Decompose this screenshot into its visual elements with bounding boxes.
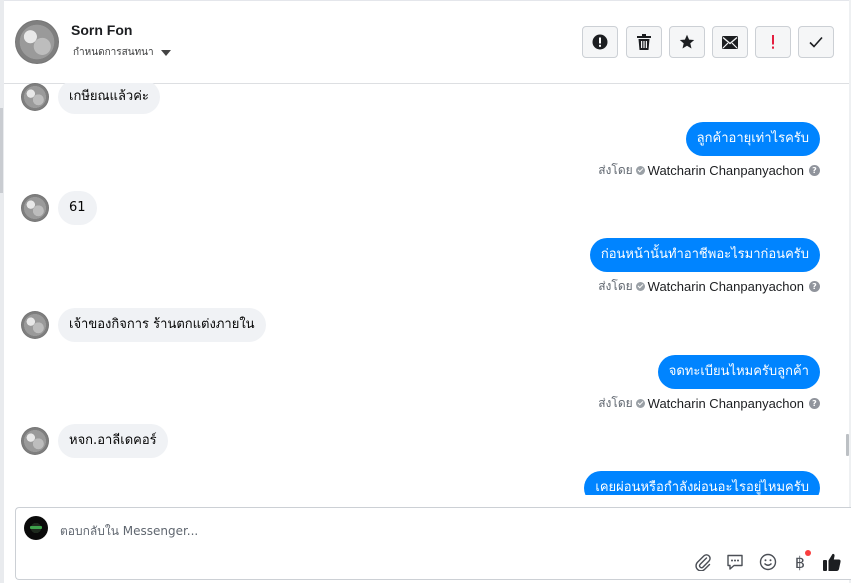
- sent-by-line: ส่งโดย Watcharin Chanpanyachon ?: [598, 394, 820, 413]
- star-button[interactable]: [669, 26, 705, 58]
- contact-avatar-small: [21, 83, 49, 111]
- reply-composer[interactable]: ตอบกลับใน Messenger... ฿: [15, 507, 851, 580]
- incoming-message: เกษียณแล้วค่ะ: [21, 83, 160, 114]
- help-icon[interactable]: ?: [809, 398, 820, 409]
- thread-scrollbar-thumb[interactable]: [846, 434, 849, 456]
- sent-by-label: ส่งโดย: [598, 279, 633, 293]
- verified-check-icon: [635, 166, 645, 175]
- paperclip-icon: [695, 554, 711, 571]
- incoming-message: เจ้าของกิจการ ร้านตกแต่งภายใน: [21, 308, 266, 342]
- page-avatar: [24, 516, 48, 540]
- exclamation-icon: [772, 35, 774, 49]
- flag-important-button[interactable]: [755, 26, 791, 58]
- report-spam-button[interactable]: [582, 26, 618, 58]
- agent-name[interactable]: Watcharin Chanpanyachon: [648, 279, 804, 294]
- message-thread[interactable]: เกษียณแล้วค่ะ ลูกค้าอายุเท่าไรครับ ส่งโด…: [4, 83, 849, 495]
- alert-circle-icon: [592, 34, 608, 50]
- sent-by-label: ส่งโดย: [598, 163, 633, 177]
- agent-name[interactable]: Watcharin Chanpanyachon: [648, 163, 804, 178]
- message-bubble-outgoing[interactable]: ก่อนหน้านั้นทำอาชีพอะไรมาก่อนครับ: [589, 238, 820, 272]
- envelope-icon: [722, 35, 738, 49]
- attach-file-button[interactable]: [693, 552, 713, 572]
- saved-replies-button[interactable]: [725, 552, 745, 572]
- contact-avatar-small: [21, 427, 49, 455]
- mark-done-button[interactable]: [798, 26, 834, 58]
- contact-avatar-small: [21, 194, 49, 222]
- reply-input[interactable]: ตอบกลับใน Messenger...: [60, 522, 198, 541]
- message-bubble-outgoing[interactable]: จดทะเบียนไหมครับลูกค้า: [657, 355, 820, 389]
- conversation-header: Sorn Fon กำหนดการสนทนา: [4, 0, 849, 84]
- contact-avatar[interactable]: [15, 20, 59, 64]
- conversation-settings-dropdown[interactable]: กำหนดการสนทนา: [73, 45, 171, 60]
- emoji-icon: [759, 553, 777, 571]
- payment-button[interactable]: ฿: [790, 550, 811, 572]
- message-bubble-outgoing[interactable]: ลูกค้าอายุเท่าไรครับ: [685, 122, 820, 156]
- baht-payment-icon: ฿: [794, 552, 806, 572]
- sent-by-line: ส่งโดย Watcharin Chanpanyachon ?: [598, 277, 820, 296]
- emoji-button[interactable]: [758, 552, 778, 572]
- sent-by-line: ส่งโดย Watcharin Chanpanyachon ?: [598, 161, 820, 180]
- help-icon[interactable]: ?: [809, 165, 820, 176]
- contact-name[interactable]: Sorn Fon: [71, 22, 132, 38]
- left-scrollbar-thumb[interactable]: [0, 108, 3, 193]
- star-icon: [679, 34, 695, 49]
- thumbs-up-icon: [823, 553, 841, 571]
- message-bubble-incoming[interactable]: 61: [58, 191, 97, 225]
- caret-down-icon: [160, 49, 171, 56]
- mark-unread-button[interactable]: [712, 26, 748, 58]
- help-icon[interactable]: ?: [809, 281, 820, 292]
- message-bubble-outgoing[interactable]: เคยผ่อนหรือกำลังผ่อนอะไรอยู่ไหมครับ: [584, 471, 820, 495]
- conversation-settings-label: กำหนดการสนทนา: [73, 47, 154, 58]
- agent-name[interactable]: Watcharin Chanpanyachon: [648, 396, 804, 411]
- saved-replies-icon: [727, 554, 743, 570]
- trash-icon: [637, 34, 651, 50]
- message-bubble-incoming[interactable]: หจก.อาลีเดคอร์: [58, 424, 168, 458]
- verified-check-icon: [635, 399, 645, 408]
- message-bubble-incoming[interactable]: เจ้าของกิจการ ร้านตกแต่งภายใน: [58, 308, 266, 342]
- message-bubble-incoming[interactable]: เกษียณแล้วค่ะ: [58, 83, 160, 114]
- incoming-message: หจก.อาลีเดคอร์: [21, 424, 168, 458]
- contact-avatar-small: [21, 311, 49, 339]
- delete-button[interactable]: [626, 26, 662, 58]
- sent-by-label: ส่งโดย: [598, 396, 633, 410]
- checkmark-icon: [809, 36, 823, 48]
- incoming-message: 61: [21, 191, 97, 225]
- send-like-button[interactable]: [822, 552, 842, 572]
- verified-check-icon: [635, 282, 645, 291]
- notification-dot: [805, 550, 811, 556]
